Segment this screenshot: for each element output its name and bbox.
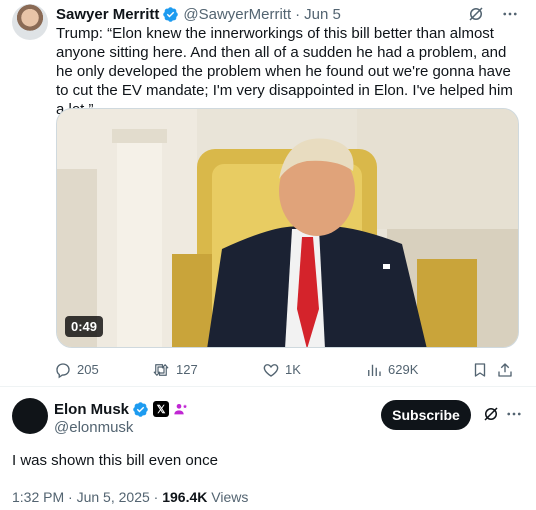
bookmark-button[interactable] (471, 361, 496, 379)
like-icon (263, 364, 279, 377)
sawyer-merritt-avatar[interactable] (12, 4, 48, 40)
parent-top-actions (466, 4, 520, 24)
verified-badge-icon (162, 6, 179, 23)
parent-tweet-date[interactable]: Jun 5 (304, 6, 341, 23)
affiliate-icon (173, 401, 189, 417)
tweet-divider (0, 386, 536, 387)
views-count: 196.4K (162, 489, 208, 505)
reply-count: 205 (77, 362, 99, 377)
share-icon (498, 363, 512, 377)
main-author-name[interactable]: Elon Musk (54, 401, 129, 418)
reply-button[interactable]: 205 (54, 361, 151, 379)
tweet-date[interactable]: Jun 5, 2025 (77, 489, 150, 505)
views-icon (368, 364, 381, 376)
x-badge-icon: 𝕏 (153, 401, 170, 417)
like-count: 1K (285, 362, 301, 377)
subscribe-button[interactable]: Subscribe (381, 400, 471, 430)
views-label: Views (211, 489, 249, 505)
parent-tweet[interactable]: Sawyer Merritt @SawyerMerritt · Jun 5 Tr… (0, 0, 536, 385)
more-icon[interactable] (500, 4, 520, 24)
video-player[interactable]: 0:49 (56, 108, 519, 348)
parent-author-handle[interactable]: @SawyerMerritt (183, 6, 291, 23)
views-count: 629K (388, 362, 419, 377)
parent-tweet-text: Trump: “Elon knew the innerworkings of t… (56, 25, 513, 118)
share-button[interactable] (496, 361, 516, 379)
parent-action-bar: 205 127 1K 629K (54, 360, 522, 380)
grok-icon[interactable] (481, 404, 501, 424)
parent-tweet-header: Sawyer Merritt @SawyerMerritt · Jun 5 (56, 4, 341, 24)
reply-icon (56, 363, 70, 379)
video-duration: 0:49 (65, 316, 104, 337)
tweet-time[interactable]: 1:32 PM (12, 489, 64, 505)
parent-author-name[interactable]: Sawyer Merritt (56, 6, 159, 23)
more-icon[interactable] (504, 404, 524, 424)
repost-button[interactable]: 127 (151, 361, 262, 379)
repost-icon (153, 364, 169, 376)
video-thumbnail (57, 109, 518, 347)
elon-musk-avatar[interactable] (12, 398, 48, 434)
grok-icon[interactable] (466, 4, 486, 24)
meta-dot: · (68, 489, 73, 505)
repost-count: 127 (176, 362, 198, 377)
bookmark-icon (474, 363, 486, 377)
header-separator: · (295, 5, 301, 23)
views-button[interactable]: 629K (365, 361, 471, 379)
verified-badge-icon (132, 401, 149, 418)
main-tweet-text: I was shown this bill even once (12, 452, 218, 469)
like-button[interactable]: 1K (262, 361, 365, 379)
main-tweet-name-row: Elon Musk 𝕏 (54, 399, 189, 419)
main-tweet-meta: 1:32 PM · Jun 5, 2025 · 196.4K Views (12, 489, 248, 505)
main-author-handle[interactable]: @elonmusk (54, 419, 133, 436)
meta-dot: · (153, 489, 159, 505)
